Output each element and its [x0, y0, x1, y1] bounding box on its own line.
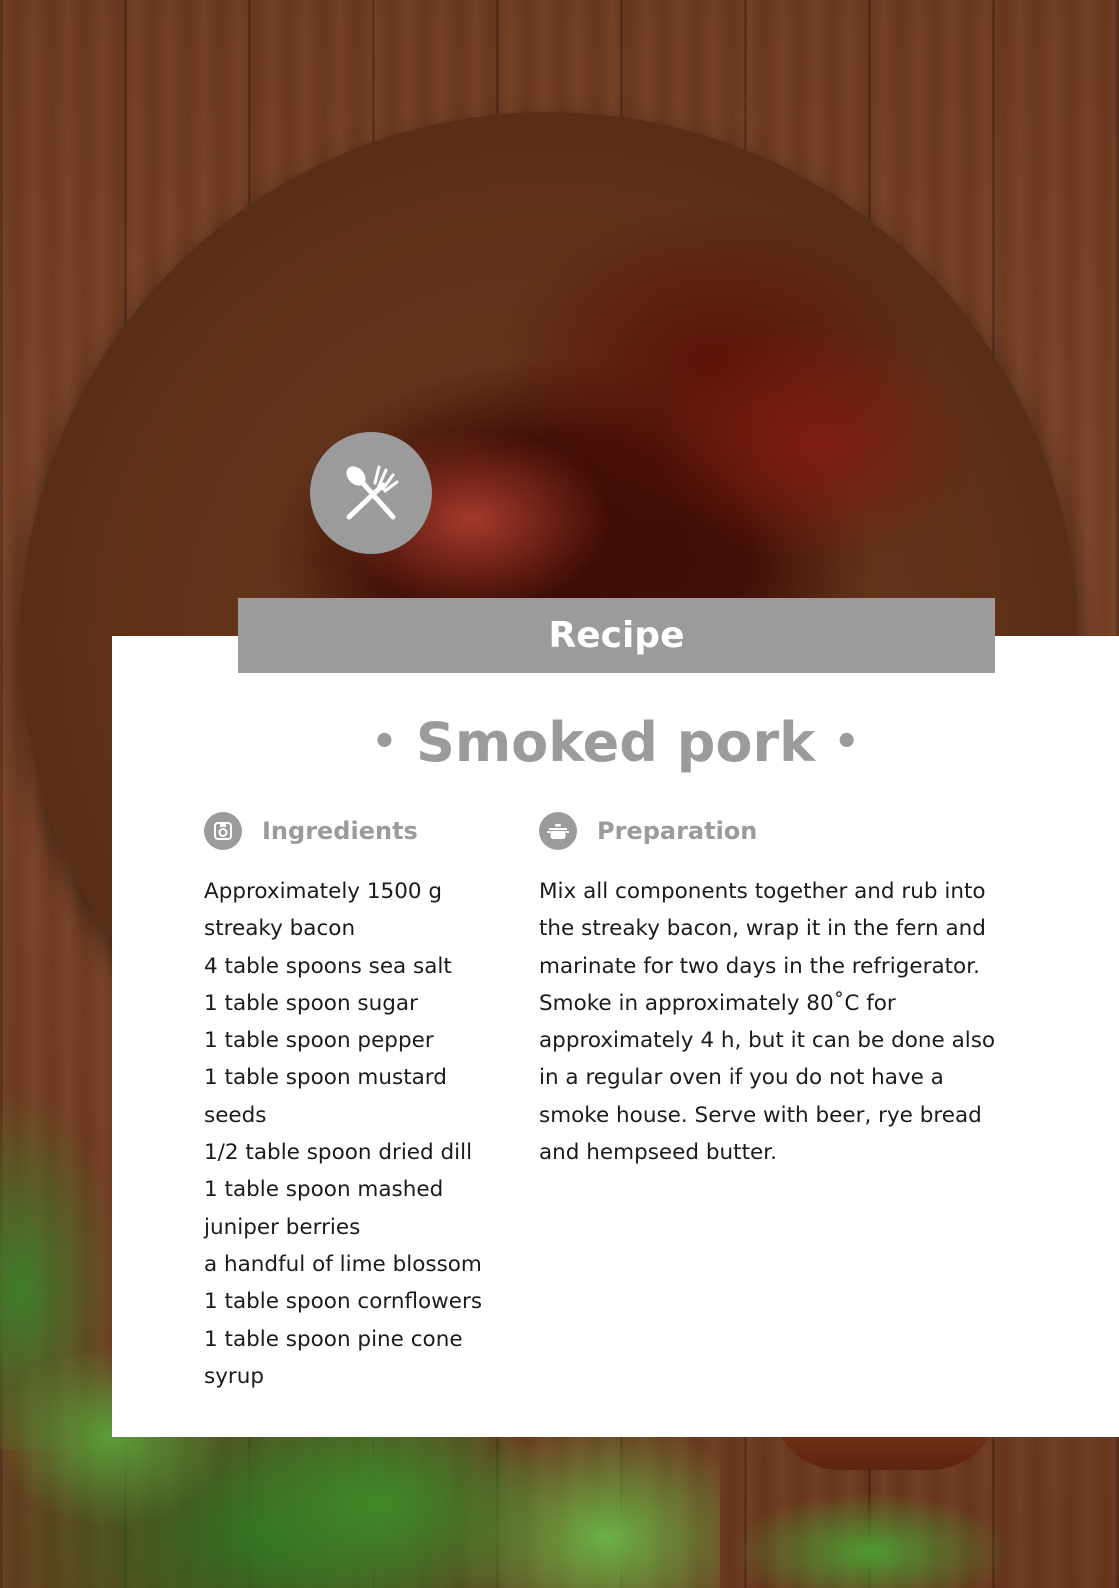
ingredient-item: 1 table spoon sugar: [204, 990, 418, 1016]
ingredients-list: Approximately 1500 g streaky bacon 4 tab…: [204, 873, 504, 1395]
recipe-banner: Recipe: [238, 598, 995, 673]
title-bullet-right: •: [833, 719, 860, 765]
ingredient-item: 1 table spoon pepper: [204, 1028, 434, 1054]
ingredient-item: 1/2 table spoon dried dill: [204, 1140, 473, 1166]
recipe-title: • Smoked pork •: [112, 708, 1119, 783]
preparation-heading: Preparation: [539, 812, 757, 850]
cutlery-badge: [310, 432, 432, 554]
kitchen-scale-icon: [204, 812, 242, 850]
ingredients-heading-label: Ingredients: [262, 817, 418, 845]
ingredient-item: 4 table spoons sea salt: [204, 953, 452, 979]
banner-label: Recipe: [548, 615, 685, 656]
ingredient-item: 1 table spoon pine cone syrup: [204, 1326, 463, 1389]
recipe-title-text: Smoked pork: [415, 711, 816, 774]
cooking-pot-icon: [539, 812, 577, 850]
ingredients-heading: Ingredients: [204, 812, 418, 850]
ingredient-item: 1 table spoon mustard seeds: [204, 1065, 447, 1128]
ingredient-item: 1 table spoon cornflowers: [204, 1289, 483, 1315]
preparation-text: Mix all components together and rub into…: [539, 879, 996, 1166]
ingredient-item: a handful of lime blossom: [204, 1251, 482, 1277]
herbs-bottom-right: [720, 1480, 1020, 1588]
title-bullet-left: •: [371, 719, 398, 765]
ingredient-item: 1 table spoon mashed juniper berries: [204, 1177, 444, 1240]
preparation-heading-label: Preparation: [597, 817, 758, 845]
ingredient-item: Approximately 1500 g streaky bacon: [204, 879, 443, 942]
spoon-fork-icon: [346, 465, 399, 520]
